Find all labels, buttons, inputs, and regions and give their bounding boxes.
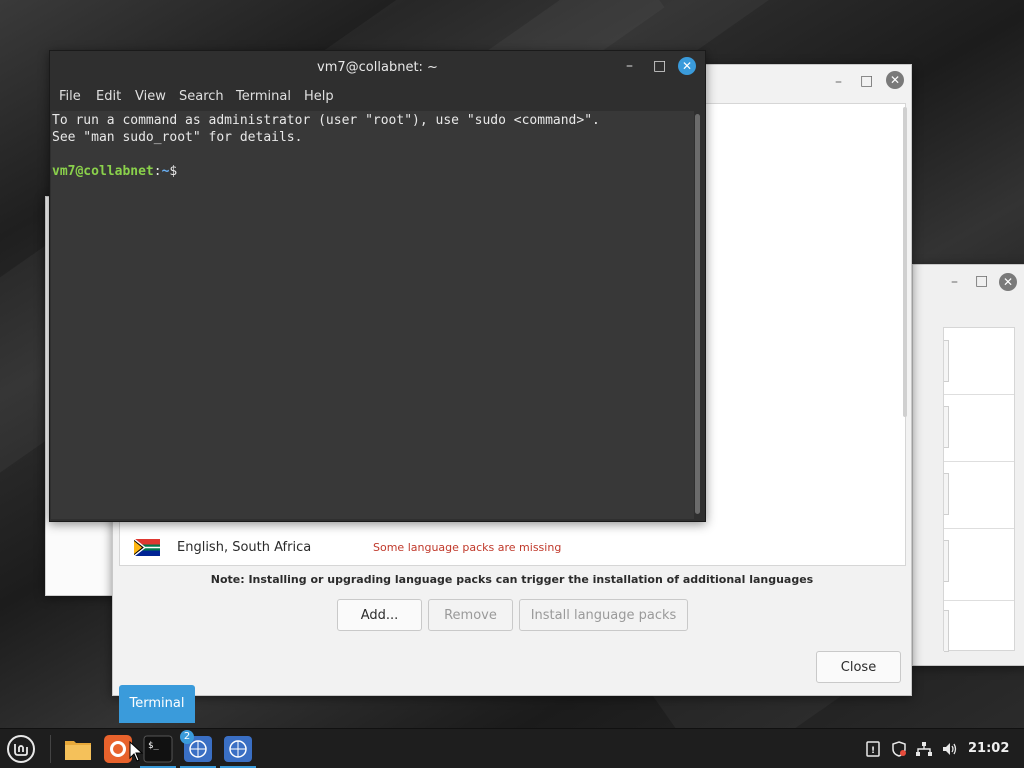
terminal-tooltip: Terminal bbox=[119, 685, 195, 723]
install-language-packs-button[interactable]: Install language packs bbox=[519, 599, 688, 631]
terminal-prompt: vm7@collabnet:~$ bbox=[52, 163, 177, 180]
taskbar-separator bbox=[50, 735, 51, 763]
menu-help[interactable]: Help bbox=[304, 89, 334, 104]
background-window-right[interactable]: – □ ✕ bbox=[912, 264, 1024, 666]
terminal-window[interactable]: vm7@collabnet: ~ – □ ✕ File Edit View Se… bbox=[49, 50, 706, 522]
south-africa-flag-icon bbox=[134, 539, 160, 556]
update-manager-icon[interactable]: ! bbox=[864, 729, 884, 768]
terminal-menubar: File Edit View Search Terminal Help bbox=[50, 85, 705, 111]
minimize-icon[interactable]: – bbox=[835, 75, 842, 89]
menu-file[interactable]: File bbox=[59, 89, 81, 104]
menu-launcher-icon[interactable] bbox=[5, 733, 37, 765]
row-button[interactable] bbox=[944, 406, 949, 448]
maximize-icon[interactable]: □ bbox=[860, 74, 873, 88]
menu-terminal[interactable]: Terminal bbox=[236, 89, 291, 104]
clock[interactable]: 21:02 bbox=[968, 729, 1009, 768]
folder-icon[interactable] bbox=[62, 733, 94, 765]
taskbar: $_ 2 ! 21:02 bbox=[0, 728, 1024, 768]
menu-search[interactable]: Search bbox=[179, 89, 224, 104]
close-icon[interactable]: ✕ bbox=[678, 57, 696, 75]
terminal-output[interactable]: To run a command as administrator (user … bbox=[51, 111, 694, 519]
terminal-icon[interactable]: $_ bbox=[142, 733, 174, 765]
maximize-icon[interactable]: □ bbox=[975, 274, 988, 288]
row-button[interactable] bbox=[944, 473, 949, 515]
volume-icon[interactable] bbox=[941, 729, 961, 768]
svg-text:$_: $_ bbox=[148, 741, 159, 751]
add-button[interactable]: Add... bbox=[337, 599, 422, 631]
window-content-list bbox=[943, 327, 1015, 652]
language-support-icon[interactable] bbox=[222, 733, 254, 765]
close-icon[interactable]: ✕ bbox=[999, 273, 1017, 291]
prompt-separator: : bbox=[153, 164, 162, 179]
close-icon[interactable]: ✕ bbox=[886, 71, 904, 89]
row-button[interactable] bbox=[944, 340, 949, 382]
terminal-line: To run a command as administrator (user … bbox=[52, 113, 600, 128]
language-name: English, South Africa bbox=[177, 540, 312, 555]
language-note: Note: Installing or upgrading language p… bbox=[210, 573, 814, 586]
terminal-titlebar[interactable]: vm7@collabnet: ~ – □ ✕ bbox=[50, 51, 705, 85]
minimize-icon[interactable]: – bbox=[951, 275, 958, 289]
remove-button[interactable]: Remove bbox=[428, 599, 513, 631]
minimize-icon[interactable]: – bbox=[626, 58, 633, 74]
terminal-title: vm7@collabnet: ~ bbox=[317, 60, 438, 75]
close-button[interactable]: Close bbox=[816, 651, 901, 683]
menu-edit[interactable]: Edit bbox=[96, 89, 121, 104]
window-count-badge: 2 bbox=[180, 730, 194, 744]
network-icon[interactable] bbox=[915, 729, 935, 768]
mouse-cursor-icon bbox=[129, 741, 144, 762]
list-scrollbar[interactable] bbox=[903, 107, 907, 417]
terminal-scrollbar[interactable] bbox=[695, 114, 700, 514]
terminal-line: See "man sudo_root" for details. bbox=[52, 130, 303, 145]
maximize-icon[interactable]: □ bbox=[653, 58, 666, 74]
prompt-user: vm7@collabnet bbox=[52, 164, 154, 179]
row-button[interactable] bbox=[944, 540, 949, 582]
svg-text:!: ! bbox=[871, 746, 875, 756]
prompt-symbol: $ bbox=[169, 164, 178, 179]
language-row[interactable]: English, South Africa Some language pack… bbox=[120, 531, 905, 565]
shield-icon[interactable] bbox=[890, 729, 910, 768]
row-button[interactable] bbox=[944, 610, 949, 652]
menu-view[interactable]: View bbox=[135, 89, 166, 104]
language-status: Some language packs are missing bbox=[373, 541, 562, 554]
